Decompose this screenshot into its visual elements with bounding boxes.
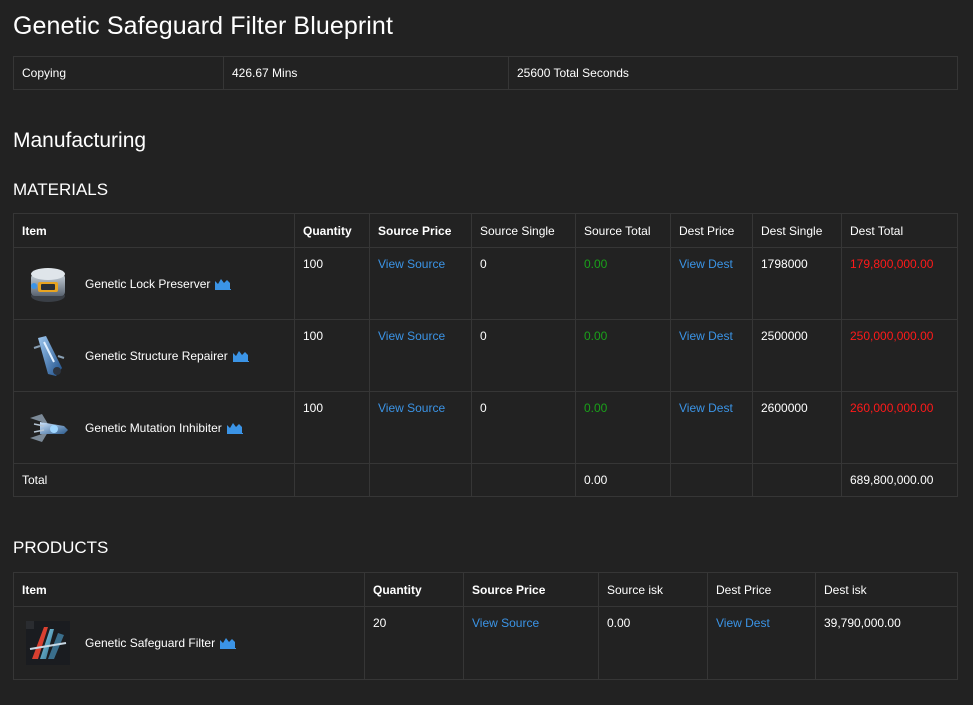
col-header-quantity: Quantity (364, 572, 464, 607)
view-dest-link[interactable]: View Dest (679, 329, 733, 343)
material-source-single: 0 (471, 319, 576, 392)
material-name: Genetic Structure Repairer (85, 348, 228, 363)
material-item-cell: Genetic Mutation Inhibiter (13, 391, 295, 464)
copying-row: Copying 426.67 Mins 25600 Total Seconds (13, 56, 958, 90)
col-header-source-isk: Source isk (598, 572, 708, 607)
view-source-link[interactable]: View Source (378, 401, 445, 415)
total-dest: 689,800,000.00 (841, 463, 958, 497)
view-dest-link[interactable]: View Dest (679, 401, 733, 415)
material-row: Genetic Lock Preserver 100 View Source 0… (13, 247, 958, 320)
material-source-single: 0 (471, 247, 576, 320)
col-header-source-total: Source Total (575, 213, 671, 248)
material-dest-total: 250,000,000.00 (841, 319, 958, 392)
view-source-link[interactable]: View Source (472, 616, 539, 630)
col-header-item: Item (13, 213, 295, 248)
material-source-single: 0 (471, 391, 576, 464)
material-quantity: 100 (294, 391, 370, 464)
view-dest-link[interactable]: View Dest (679, 257, 733, 271)
col-header-source-price: Source Price (463, 572, 599, 607)
col-header-dest-single: Dest Single (752, 213, 842, 248)
product-row: Genetic Safeguard Filter 20 View Source … (13, 606, 958, 680)
copying-label: Copying (13, 56, 224, 90)
material-quantity: 100 (294, 247, 370, 320)
col-header-dest-price: Dest Price (670, 213, 753, 248)
market-chart-icon[interactable] (226, 422, 243, 434)
safeguard-filter-icon (26, 621, 70, 665)
product-source-isk: 0.00 (598, 606, 708, 680)
col-header-item: Item (13, 572, 365, 607)
lock-preserver-icon (31, 267, 65, 302)
material-dest-single: 2500000 (752, 319, 842, 392)
view-source-link[interactable]: View Source (378, 257, 445, 271)
product-dest-isk: 39,790,000.00 (815, 606, 958, 680)
materials-heading: MATERIALS (13, 180, 109, 199)
materials-header-row: Item Quantity Source Price Source Single… (13, 213, 958, 248)
structure-repairer-icon (33, 335, 65, 376)
material-quantity: 100 (294, 319, 370, 392)
copying-seconds: 25600 Total Seconds (508, 56, 958, 90)
total-label: Total (13, 463, 295, 497)
manufacturing-heading: Manufacturing (13, 129, 147, 152)
copying-table: Copying 426.67 Mins 25600 Total Seconds (13, 56, 958, 90)
products-table: Item Quantity Source Price Source isk De… (13, 572, 958, 680)
mutation-inhibiter-icon (30, 413, 68, 442)
material-row: Genetic Structure Repairer 100 View Sour… (13, 319, 958, 392)
products-heading: PRODUCTS (13, 538, 109, 557)
col-header-source-price: Source Price (369, 213, 472, 248)
view-dest-link[interactable]: View Dest (716, 616, 770, 630)
market-chart-icon[interactable] (232, 350, 249, 362)
material-source-total: 0.00 (575, 247, 671, 320)
copying-mins: 426.67 Mins (223, 56, 509, 90)
material-item-cell: Genetic Lock Preserver (13, 247, 295, 320)
material-source-total: 0.00 (575, 319, 671, 392)
material-item-cell: Genetic Structure Repairer (13, 319, 295, 392)
product-name: Genetic Safeguard Filter (85, 636, 216, 650)
market-chart-icon[interactable] (220, 637, 237, 649)
materials-total-row: Total 0.00 689,800,000.00 (13, 463, 958, 497)
materials-table: Item Quantity Source Price Source Single… (13, 213, 958, 497)
material-name: Genetic Lock Preserver (85, 276, 211, 291)
col-header-dest-isk: Dest isk (815, 572, 958, 607)
material-name: Genetic Mutation Inhibiter (85, 420, 222, 435)
material-dest-total: 179,800,000.00 (841, 247, 958, 320)
total-source: 0.00 (575, 463, 671, 497)
col-header-source-single: Source Single (471, 213, 576, 248)
col-header-dest-total: Dest Total (841, 213, 958, 248)
col-header-dest-price: Dest Price (707, 572, 816, 607)
product-item-cell: Genetic Safeguard Filter (13, 606, 365, 680)
product-quantity: 20 (364, 606, 464, 680)
market-chart-icon[interactable] (215, 278, 232, 290)
material-row: Genetic Mutation Inhibiter 100 View Sour… (13, 391, 958, 464)
page-title: Genetic Safeguard Filter Blueprint (13, 12, 393, 40)
material-dest-total: 260,000,000.00 (841, 391, 958, 464)
material-dest-single: 1798000 (752, 247, 842, 320)
material-source-total: 0.00 (575, 391, 671, 464)
col-header-quantity: Quantity (294, 213, 370, 248)
products-header-row: Item Quantity Source Price Source isk De… (13, 572, 958, 607)
view-source-link[interactable]: View Source (378, 329, 445, 343)
material-dest-single: 2600000 (752, 391, 842, 464)
